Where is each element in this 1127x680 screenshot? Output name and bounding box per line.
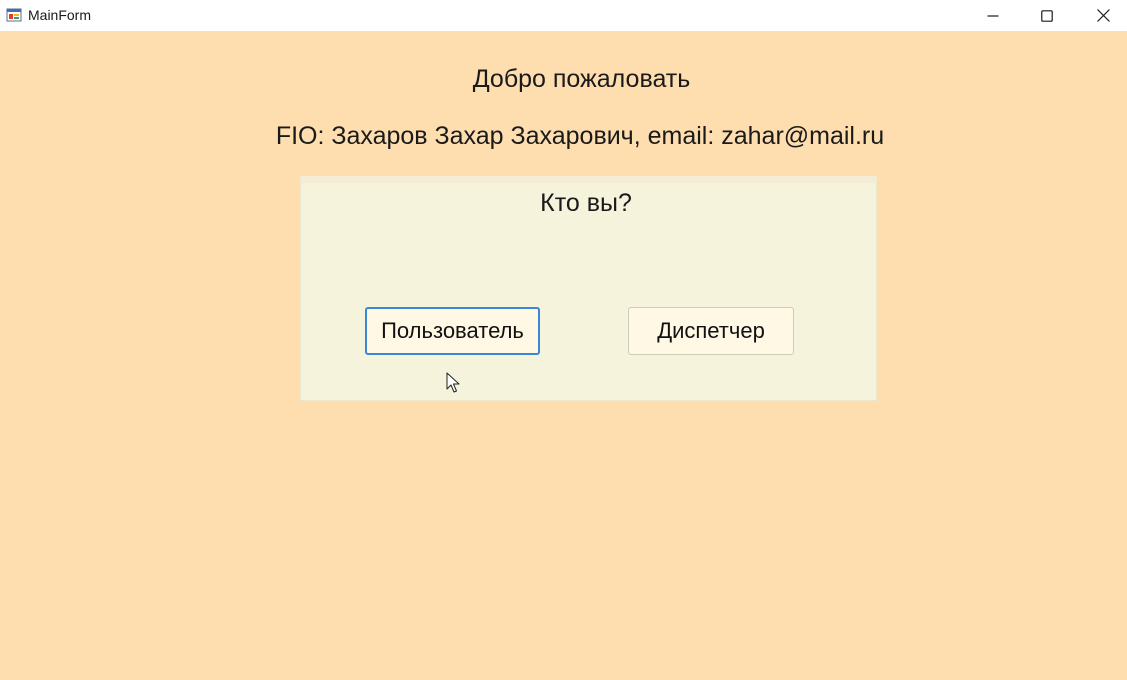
dispatcher-role-button[interactable]: Диспетчер xyxy=(628,307,794,355)
role-selection-panel: Кто вы? Пользователь Диспетчер xyxy=(300,176,877,401)
main-form-window: MainForm Добро пожаловать FIO: Захаров З… xyxy=(0,0,1127,680)
minimize-button[interactable] xyxy=(970,0,1016,31)
maximize-button[interactable] xyxy=(1024,0,1070,31)
window-title: MainForm xyxy=(28,7,92,23)
title-bar[interactable]: MainForm xyxy=(0,0,1127,31)
mouse-cursor-icon xyxy=(446,372,460,393)
role-question-label: Кто вы? xyxy=(540,189,632,217)
form-client-area: Добро пожаловать FIO: Захаров Захар Заха… xyxy=(0,31,1127,680)
app-icon xyxy=(6,8,22,22)
user-role-button[interactable]: Пользователь xyxy=(365,307,540,355)
user-info-label: FIO: Захаров Захар Захарович, email: zah… xyxy=(275,122,885,150)
close-button[interactable] xyxy=(1080,0,1126,31)
close-icon xyxy=(1096,9,1110,22)
minimize-icon xyxy=(987,14,999,17)
welcome-heading: Добро пожаловать xyxy=(472,65,691,93)
maximize-icon xyxy=(1041,9,1053,22)
